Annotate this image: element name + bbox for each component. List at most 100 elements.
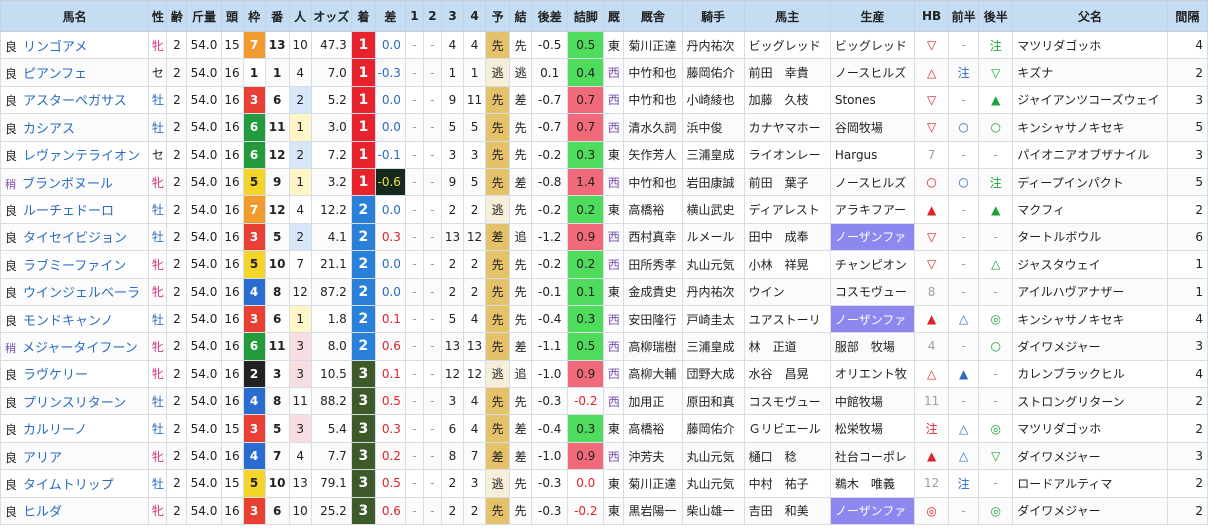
corner-2: -: [422, 30, 442, 60]
column-header[interactable]: オッズ: [310, 0, 352, 32]
late-diff: -1.0: [531, 441, 569, 471]
breeder: ノースヒルズ: [829, 58, 916, 87]
region: 東: [603, 30, 625, 60]
column-header[interactable]: 結: [509, 0, 533, 32]
region: 西: [603, 304, 625, 334]
actual-style: 追: [509, 359, 533, 389]
table-row[interactable]: 良ラヴケリー牝 2 54.0 16 2 3 3 10.5 3 0.1- -12 12 逃追 -1.0 0.9…: [0, 359, 1208, 389]
column-header[interactable]: 人: [288, 0, 312, 32]
hb-mark: ▲: [914, 441, 950, 471]
owner: 中村 祐子: [743, 469, 831, 498]
column-header[interactable]: 前半: [948, 0, 980, 32]
horse-name-link[interactable]: アスターペガサス: [23, 94, 127, 109]
column-header[interactable]: 斤量: [186, 0, 222, 32]
horse-name-link[interactable]: プリンスリターン: [23, 396, 126, 411]
table-row[interactable]: 良ピアンフェセ 2 54.0 16 1 1 4 7.0 1 -0.3- -1 1 逃逃 0.1 0.4 西中竹…: [0, 58, 1208, 87]
age: 2: [166, 195, 188, 224]
column-header[interactable]: 齢: [166, 0, 188, 32]
odds: 12.2: [310, 195, 352, 224]
table-row[interactable]: 良プリンスリターン牡 2 54.0 16 4 8 11 88.2 3 0.5- -3 4 先先 -0.3-…: [0, 387, 1208, 416]
horse-name-link[interactable]: リンゴアメ: [23, 40, 87, 55]
horse-name-link[interactable]: レヴァンテライオン: [23, 149, 140, 164]
corner-2: -: [422, 167, 442, 197]
table-row[interactable]: 良レヴァンテライオンセ 2 54.0 16 6 12 2 7.2 1 -0.1- -3 3 先先 -0.2…: [0, 140, 1208, 169]
horse-name-link[interactable]: ラヴケリー: [23, 368, 88, 383]
horse-name-link[interactable]: タイセイビジョン: [23, 231, 127, 246]
table-row[interactable]: 良リンゴアメ牝 2 54.0 15 7 13 10 47.3 1 0.0- -4 4 先先 -0.5 0.5…: [0, 30, 1208, 60]
column-header[interactable]: 厩: [603, 0, 625, 32]
horse-name-link[interactable]: メジャータイフーン: [22, 341, 138, 356]
horse-cell: 良プリンスリターン: [0, 387, 150, 416]
gate: 5: [242, 250, 266, 279]
corner-2: -: [422, 441, 442, 471]
column-header[interactable]: 予: [485, 0, 511, 32]
interval: 3: [1166, 140, 1208, 169]
closing-speed: 0.9: [567, 359, 605, 389]
column-header[interactable]: 2: [422, 0, 442, 32]
breeder: 服部 牧場: [829, 332, 916, 361]
age: 2: [166, 277, 188, 306]
trainer: 高橋裕: [623, 195, 683, 224]
column-header[interactable]: 差: [374, 0, 406, 32]
table-row[interactable]: 良ラブミーファイン牝 2 54.0 16 5 10 7 21.1 2 0.0- -2 2 先先 -0.2 0…: [0, 250, 1208, 279]
horse-name-link[interactable]: カシアス: [23, 122, 75, 137]
column-header[interactable]: 番: [264, 0, 290, 32]
finish-position: 2: [350, 250, 376, 279]
corner-3: 13: [440, 332, 465, 361]
breeder: ノーザンファ: [829, 222, 916, 252]
horse-name-link[interactable]: タイムトリップ: [23, 478, 114, 493]
column-header[interactable]: 父名: [1012, 0, 1168, 32]
column-header[interactable]: 騎手: [681, 0, 745, 32]
actual-style: 先: [509, 496, 533, 526]
owner: Ｇリビエール: [743, 414, 831, 443]
column-header[interactable]: 間隔: [1166, 0, 1208, 32]
column-header[interactable]: 厩舎: [623, 0, 683, 32]
first-half-mark: -: [948, 277, 980, 306]
table-row[interactable]: 良アスターペガサス牡 2 54.0 16 3 6 2 5.2 1 0.0- -9 11 先差 -0.7 0.…: [0, 85, 1208, 115]
horse-name-link[interactable]: ブランボヌール: [22, 177, 113, 192]
column-header[interactable]: 着: [350, 0, 376, 32]
column-header[interactable]: 馬主: [743, 0, 831, 32]
table-row[interactable]: 良モンドキャンノ牡 2 54.0 16 3 6 1 1.8 2 0.1- -5 4 先先 -0.4 0.3 西…: [0, 304, 1208, 334]
horse-name-link[interactable]: アリア: [23, 451, 62, 466]
horse-name-link[interactable]: ヒルダ: [23, 505, 62, 520]
table-row[interactable]: 良カルリーノ牡 2 54.0 15 3 5 3 5.4 3 0.3- -6 4 先差 -0.4 0.3 東高橋…: [0, 414, 1208, 443]
margin: 0.3: [374, 414, 406, 443]
column-header[interactable]: 1: [404, 0, 424, 32]
column-header[interactable]: 生産: [829, 0, 916, 32]
horse-name-link[interactable]: ピアンフェ: [23, 67, 87, 82]
horse-name-link[interactable]: ラブミーファイン: [23, 259, 126, 274]
column-header[interactable]: 後差: [531, 0, 569, 32]
column-header[interactable]: 3: [440, 0, 465, 32]
table-row[interactable]: 良ルーチェドーロ牡 2 54.0 16 7 12 4 12.2 2 0.0- -2 2 逃先 -0.2 0.…: [0, 195, 1208, 224]
horse-name-link[interactable]: ルーチェドーロ: [23, 204, 114, 219]
table-row[interactable]: 良カシアス牡 2 54.0 16 6 11 1 3.0 1 0.0- -5 5 先先 -0.7 0.7 西清水…: [0, 113, 1208, 142]
margin: 0.5: [374, 469, 406, 498]
corner-3: 6: [440, 414, 465, 443]
table-row[interactable]: 稍メジャータイフーン牝 2 54.0 16 6 11 3 8.0 2 0.6- -13 13 先差 -1.…: [0, 332, 1208, 361]
column-header[interactable]: 詰脚: [567, 0, 605, 32]
column-header[interactable]: 枠: [242, 0, 266, 32]
column-header[interactable]: 性: [148, 0, 168, 32]
table-row[interactable]: 稍ブランボヌール牝 2 54.0 16 5 9 1 3.2 1 -0.6- -9 5 先差 -0.8 1.4…: [0, 167, 1208, 197]
hb-mark: ▽: [914, 30, 950, 60]
table-row[interactable]: 良ヒルダ牝 2 54.0 16 3 6 10 25.2 3 0.6- -2 2 先先 -0.3 -0.2 東黒…: [0, 496, 1208, 526]
horse-name-link[interactable]: ウインジェルベーラ: [23, 286, 140, 301]
gate: 6: [242, 140, 266, 169]
horse-name-link[interactable]: モンドキャンノ: [23, 314, 113, 329]
table-row[interactable]: 良タイセイビジョン牡 2 54.0 16 3 5 2 4.1 2 0.3- -13 12 差追 -1.2 0…: [0, 222, 1208, 252]
column-header[interactable]: HB: [914, 0, 950, 32]
column-header[interactable]: 馬名: [0, 0, 150, 32]
jockey: ルメール: [681, 222, 745, 252]
table-row[interactable]: 良タイムトリップ牡 2 54.0 15 5 10 13 79.1 3 0.5- -2 3 逃先 -0.3 0…: [0, 469, 1208, 498]
interval: 2: [1166, 469, 1208, 498]
table-row[interactable]: 良アリア牝 2 54.0 16 4 7 4 7.7 3 0.2- -8 7 差差 -1.0 0.9 西沖芳夫丸…: [0, 441, 1208, 471]
table-row[interactable]: 良ウインジェルベーラ牝 2 54.0 16 4 8 12 87.2 2 0.0- -2 2 先先 -0.1…: [0, 277, 1208, 306]
column-header[interactable]: 4: [463, 0, 487, 32]
column-header[interactable]: 後半: [978, 0, 1014, 32]
horse-name-link[interactable]: カルリーノ: [23, 423, 87, 438]
horse-cell: 良ラブミーファイン: [0, 250, 150, 279]
gate: 3: [242, 304, 266, 334]
column-header[interactable]: 頭: [220, 0, 244, 32]
corner-1: -: [404, 195, 424, 224]
